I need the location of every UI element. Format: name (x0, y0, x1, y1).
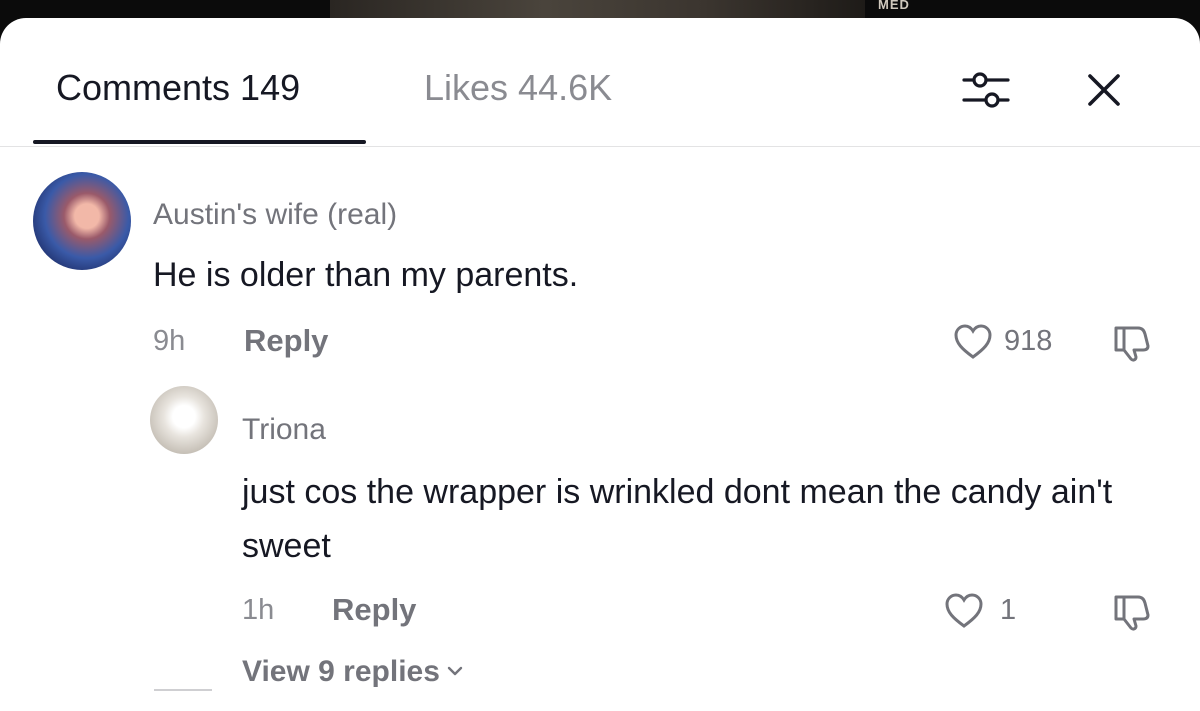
comment-time: 9h (153, 325, 186, 357)
close-icon[interactable] (1078, 64, 1130, 116)
header-divider (0, 146, 1200, 147)
avatar[interactable] (150, 386, 218, 454)
like-count: 918 (1004, 325, 1053, 357)
dislike-icon[interactable] (1110, 322, 1154, 362)
video-overlay-text: MED (878, 0, 910, 12)
view-replies-line (154, 689, 212, 691)
avatar[interactable] (33, 172, 131, 270)
tab-comments[interactable]: Comments 149 (56, 68, 300, 108)
chevron-down-icon (447, 666, 463, 676)
comment-username[interactable]: Triona (242, 413, 326, 447)
like-count: 1 (1000, 594, 1017, 626)
active-tab-indicator (33, 140, 366, 144)
view-replies-button[interactable]: View 9 replies (242, 654, 464, 690)
reply-button[interactable]: Reply (244, 324, 328, 358)
heart-icon[interactable] (943, 591, 985, 631)
video-thumbnail: MED (330, 0, 909, 18)
reply-button[interactable]: Reply (332, 593, 416, 627)
heart-icon[interactable] (952, 322, 994, 362)
comments-sheet: Comments 149 Likes 44.6K Austin's wife (… (0, 18, 1200, 711)
comment-text: He is older than my parents. (153, 256, 579, 294)
sliders-icon[interactable] (958, 62, 1014, 118)
sheet-header: Comments 149 Likes 44.6K (0, 18, 1200, 148)
comment-username[interactable]: Austin's wife (real) (153, 198, 397, 232)
tab-likes[interactable]: Likes 44.6K (424, 68, 612, 108)
dislike-icon[interactable] (1110, 591, 1154, 631)
view-replies-label: View 9 replies (242, 655, 440, 688)
comment-text: just cos the wrapper is wrinkled dont me… (242, 473, 1113, 565)
comment-time: 1h (242, 594, 275, 626)
